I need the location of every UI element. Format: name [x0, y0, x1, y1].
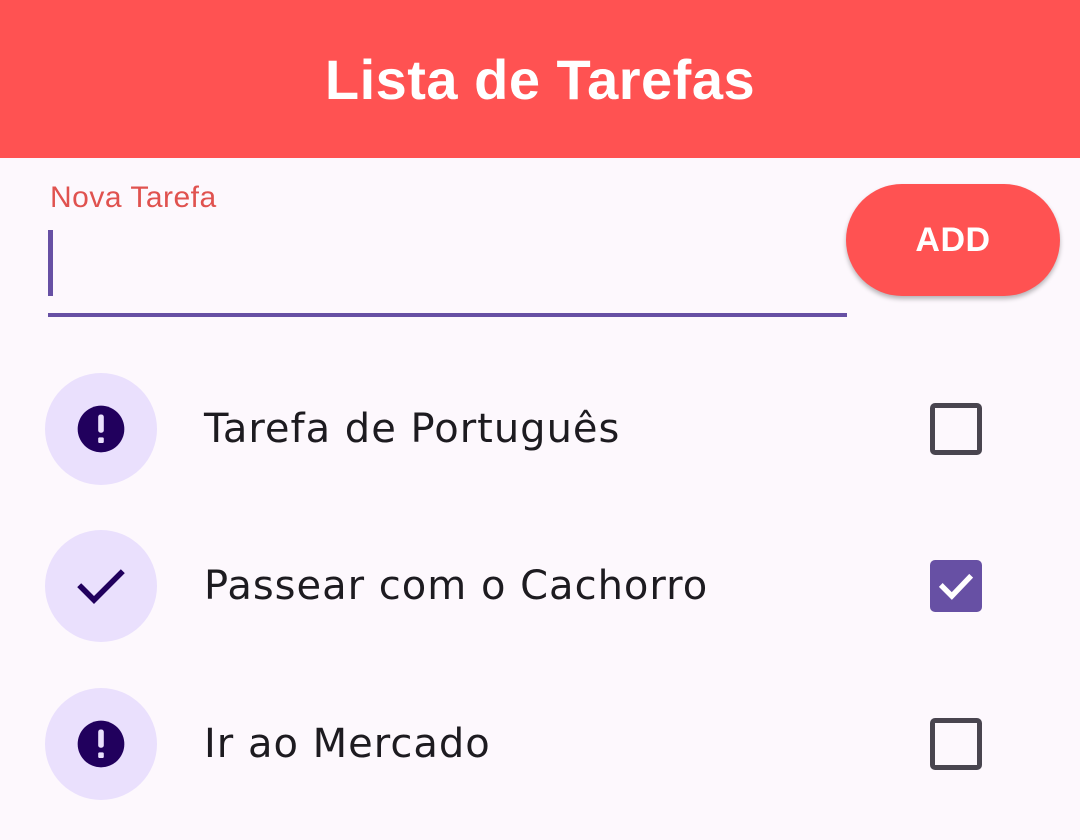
- list-item[interactable]: Ir ao Mercado: [0, 688, 1080, 800]
- add-button[interactable]: ADD: [846, 184, 1060, 296]
- text-cursor: [48, 230, 53, 296]
- task-avatar: [45, 373, 157, 485]
- check-icon: [77, 569, 125, 604]
- error-icon: [77, 405, 125, 453]
- task-checkbox[interactable]: [930, 560, 982, 612]
- new-task-input[interactable]: [48, 313, 847, 317]
- task-label: Passear com o Cachorro: [204, 563, 709, 609]
- task-label: Tarefa de Português: [204, 406, 621, 452]
- task-avatar: [45, 530, 157, 642]
- app-bar: Lista de Tarefas: [0, 0, 1080, 158]
- list-item[interactable]: Passear com o Cachorro: [0, 530, 1080, 642]
- task-label: Ir ao Mercado: [204, 721, 491, 767]
- task-checkbox[interactable]: [930, 403, 982, 455]
- error-icon: [77, 720, 125, 768]
- app-title: Lista de Tarefas: [324, 47, 756, 111]
- list-item[interactable]: Tarefa de Português: [0, 373, 1080, 485]
- new-task-label: Nova Tarefa: [50, 181, 217, 214]
- task-checkbox[interactable]: [930, 718, 982, 770]
- checkmark-icon: [938, 573, 974, 600]
- task-avatar: [45, 688, 157, 800]
